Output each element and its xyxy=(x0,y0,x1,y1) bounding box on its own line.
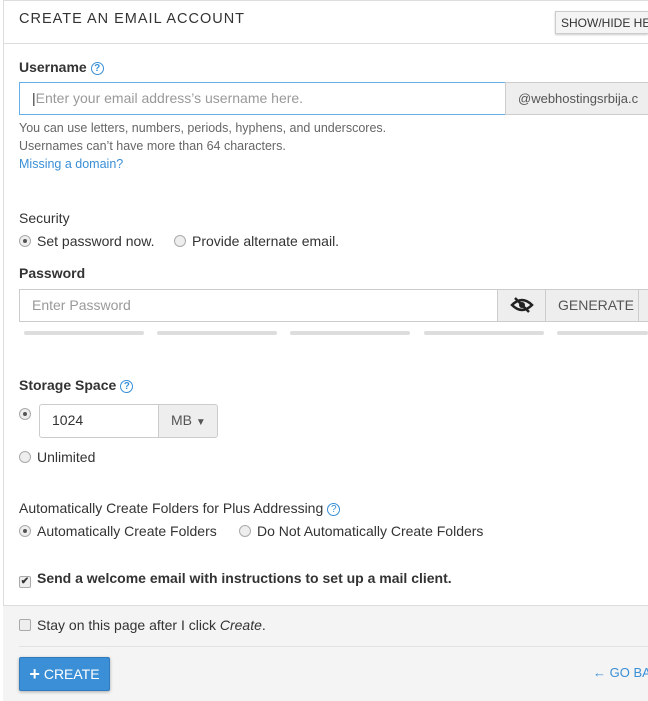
radio-no-auto-create[interactable]: Do Not Automatically Create Folders xyxy=(239,523,483,539)
checkbox-label: Send a welcome email with instructions t… xyxy=(37,570,452,586)
username-help-2: Usernames can’t have more than 64 charac… xyxy=(19,139,286,153)
plus-icon: + xyxy=(29,664,40,684)
domain-select[interactable]: @webhostingsrbija.c xyxy=(505,82,648,115)
password-extra-button[interactable] xyxy=(638,289,648,322)
radio-quota[interactable] xyxy=(19,406,37,422)
username-help-1: You can use letters, numbers, periods, h… xyxy=(19,121,387,135)
toggle-visibility-button[interactable] xyxy=(497,289,546,322)
checkbox-checked-icon[interactable]: ✔ xyxy=(19,576,31,588)
strength-bar xyxy=(424,331,544,335)
divider xyxy=(3,43,648,44)
unit-dropdown[interactable]: MB ▼ xyxy=(158,404,218,438)
radio-label: Automatically Create Folders xyxy=(37,523,217,539)
username-label: Username? xyxy=(19,59,104,75)
storage-label-text: Storage Space xyxy=(19,377,117,393)
stay-label-suffix: . xyxy=(261,617,266,633)
stay-label: Stay on this page after I click xyxy=(37,617,220,633)
checkbox-icon[interactable] xyxy=(19,619,31,631)
plus-addressing-label-text: Automatically Create Folders for Plus Ad… xyxy=(19,500,324,516)
strength-bar xyxy=(290,331,410,335)
plus-addressing-label: Automatically Create Folders for Plus Ad… xyxy=(19,500,341,516)
go-back-label: GO BA xyxy=(609,665,648,680)
create-label: CREATE xyxy=(43,666,100,682)
help-icon[interactable]: ? xyxy=(120,380,134,393)
page-title: CREATE AN EMAIL ACCOUNT xyxy=(19,11,246,27)
password-input[interactable]: Enter Password xyxy=(19,289,498,322)
radio-icon[interactable] xyxy=(19,235,31,247)
stay-label-em: Create xyxy=(219,617,262,633)
radio-label: Do Not Automatically Create Folders xyxy=(257,523,484,539)
strength-bar xyxy=(557,331,648,335)
radio-set-password[interactable]: Set password now. xyxy=(19,233,155,249)
strength-bar xyxy=(24,331,144,335)
strength-bar xyxy=(157,331,277,335)
radio-icon[interactable] xyxy=(19,408,31,420)
generate-button[interactable]: GENERATE xyxy=(545,289,639,322)
radio-label: Provide alternate email. xyxy=(192,233,340,249)
password-label: Password xyxy=(19,265,86,281)
radio-icon[interactable] xyxy=(174,235,186,247)
username-label-text: Username xyxy=(19,59,87,75)
caret-down-icon: ▼ xyxy=(195,417,206,428)
go-back-link[interactable]: ← GO BA xyxy=(593,665,648,680)
create-button[interactable]: + CREATE xyxy=(19,657,110,691)
divider xyxy=(19,646,648,647)
radio-icon[interactable] xyxy=(239,525,251,537)
security-label: Security xyxy=(19,210,70,226)
radio-icon[interactable] xyxy=(19,451,31,463)
storage-label: Storage Space? xyxy=(19,377,134,393)
stay-on-page-checkbox[interactable]: Stay on this page after I click Create. xyxy=(19,617,266,633)
eye-slash-icon xyxy=(509,297,534,313)
help-icon[interactable]: ? xyxy=(327,503,341,516)
unit-value: MB xyxy=(171,412,192,428)
radio-label: Set password now. xyxy=(37,233,155,249)
show-hide-help-button[interactable]: SHOW/HIDE HE xyxy=(555,11,648,34)
welcome-email-checkbox[interactable]: ✔ Send a welcome email with instructions … xyxy=(19,570,452,588)
arrow-left-icon: ← xyxy=(593,665,606,680)
help-icon[interactable]: ? xyxy=(90,62,104,75)
radio-auto-create[interactable]: Automatically Create Folders xyxy=(19,523,217,539)
username-input[interactable]: |Enter your email address’s username her… xyxy=(19,82,506,115)
radio-unlimited[interactable]: Unlimited xyxy=(19,449,95,465)
radio-icon[interactable] xyxy=(19,525,31,537)
username-placeholder: Enter your email address’s username here… xyxy=(35,90,304,106)
missing-domain-link[interactable]: Missing a domain? xyxy=(19,157,123,171)
quota-input[interactable]: 1024 xyxy=(39,404,159,438)
radio-alternate-email[interactable]: Provide alternate email. xyxy=(174,233,339,249)
radio-label: Unlimited xyxy=(37,449,96,465)
